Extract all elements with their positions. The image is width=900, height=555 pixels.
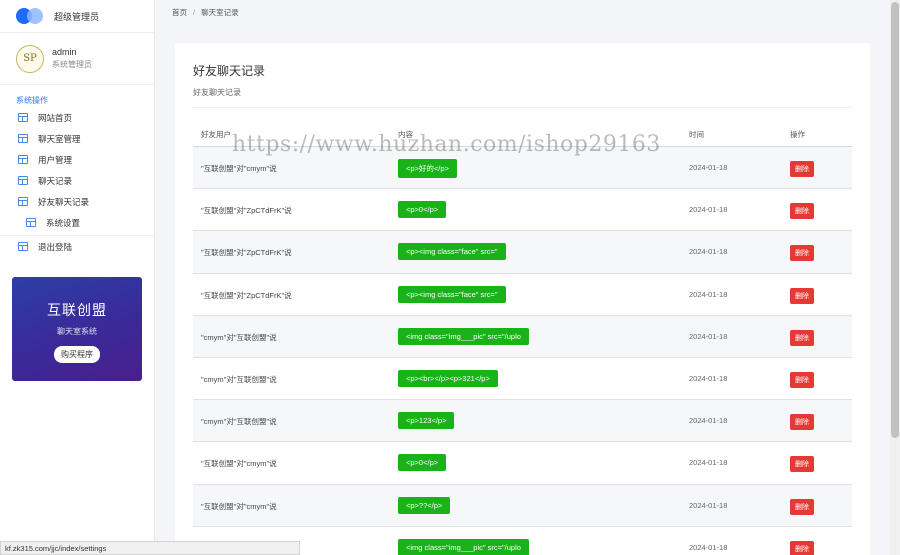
user-panel: SP admin 系统管理员	[0, 33, 154, 85]
row-content-badge: <p><img class="face" src="	[398, 243, 506, 261]
table-row: "互联创盟"对"ZpCTdFrK"说 <p><img class="face" s…	[193, 231, 852, 274]
delete-button[interactable]: 删除	[790, 287, 814, 304]
layout-icon	[18, 176, 28, 185]
row-time: 2024-01-18	[689, 205, 728, 215]
row-content-badge: <p><br></p><p>321</p>	[398, 369, 498, 387]
brand-logo-icon	[16, 8, 46, 24]
delete-button[interactable]: 删除	[790, 161, 814, 177]
sidebar-item-label: 聊天记录	[38, 175, 73, 186]
breadcrumb-separator: /	[193, 8, 196, 17]
sidebar-item-logout[interactable]: 退出登陆	[0, 236, 154, 257]
row-content-badge: <p>0</p>	[398, 201, 447, 219]
delete-button[interactable]: 删除	[790, 498, 814, 515]
table-row: "cmym"对"互联创盟"说 <p>123</p> 2024-01-18 删除	[193, 400, 852, 443]
table-row: "互联创盟"对"ZpCTdFrK"说 <p><img class="face" s…	[193, 274, 852, 316]
row-time: 2024-01-18	[689, 542, 728, 552]
row-content-badge: <p>0</p>	[398, 454, 447, 472]
avatar[interactable]: SP	[16, 44, 44, 73]
sidebar-item-label: 网站首页	[38, 112, 73, 123]
scrollbar[interactable]	[890, 0, 900, 555]
row-content-badge: <img class="img___pic" src="/uplo	[398, 327, 529, 345]
table-row: "cmym"对"互联创盟"说 <p><br></p><p>321</p> 2024-…	[193, 358, 852, 401]
row-user: "互联创盟"对"ZpCTdFrK"说	[201, 290, 292, 300]
sidebar-item-settings[interactable]: 系统设置	[0, 212, 154, 233]
header-action: 操作	[790, 130, 805, 139]
sidebar: 超级管理员 SP admin 系统管理员 系统操作 网站首页 聊天室管理 用户管…	[0, 0, 155, 555]
page-subtitle: 好友聊天记录	[193, 88, 241, 97]
sidebar-item-chatroom-manage[interactable]: 聊天室管理	[0, 128, 154, 149]
sidebar-item-friend-chat-records[interactable]: 好友聊天记录	[0, 191, 154, 212]
row-time: 2024-01-18	[689, 247, 728, 257]
delete-button[interactable]: 删除	[790, 414, 814, 431]
header-time: 时间	[689, 130, 704, 139]
sidebar-item-label: 用户管理	[38, 154, 73, 165]
brand-bar: 超级管理员	[0, 0, 154, 33]
delete-button[interactable]: 删除	[790, 371, 814, 388]
table-row: "互联创盟"对"ZpCTdFrK"说 <p>0</p> 2024-01-18 删除	[193, 189, 852, 232]
row-content-badge: <img class="img___pic" src="/uplo	[398, 538, 529, 555]
layout-icon	[18, 242, 28, 251]
promo-subtitle: 聊天室系统	[57, 327, 97, 336]
row-user: "互联创盟"对"cmym"说	[201, 164, 277, 173]
table-body: "互联创盟"对"cmym"说 <p>好的</p> 2024-01-18 删除 "互联创盟…	[193, 147, 852, 555]
row-user: "cmym"对"互联创盟"说	[201, 332, 277, 342]
status-url: kf.zk315.com/jjc/index/settings	[0, 541, 300, 555]
sidebar-item-label: 系统设置	[46, 217, 81, 228]
layout-icon	[18, 113, 28, 122]
sidebar-item-user-manage[interactable]: 用户管理	[0, 149, 154, 170]
content-card: 好友聊天记录 好友聊天记录 好友用户 内容 时间 操作 "互联创盟"对"cmym…	[175, 43, 870, 555]
table-row: "互联创盟"对"cmym"说 <p>0</p> 2024-01-18 删除	[193, 442, 852, 485]
delete-button[interactable]: 删除	[790, 245, 814, 262]
sidebar-item-label: 退出登陆	[38, 241, 73, 252]
table-row: "互联创盟"对"cmym"说 <p>??</p> 2024-01-18 删除	[193, 484, 852, 527]
row-user: "互联创盟"对"ZpCTdFrK"说	[201, 206, 292, 216]
watermark: https://www.huzhan.com/ishop29163	[232, 132, 661, 157]
page-title: 好友聊天记录	[193, 64, 266, 78]
row-user: "cmym"对"互联创盟"说	[201, 417, 277, 427]
row-time: 2024-01-18	[689, 500, 728, 510]
brand-title: 超级管理员	[54, 11, 100, 22]
row-content-badge: <p>??</p>	[398, 496, 451, 514]
scrollbar-thumb[interactable]	[891, 2, 899, 438]
row-user: "cmym"对"互联创盟"说	[201, 374, 277, 384]
card-divider	[193, 107, 852, 108]
sidebar-item-label: 好友聊天记录	[38, 196, 90, 207]
header-user: 好友用户	[201, 130, 231, 139]
table-row: "cmym"对"互联创盟"说 <img class="img___pic" src…	[193, 315, 852, 358]
row-time: 2024-01-18	[689, 331, 728, 341]
buy-button[interactable]: 购买程序	[54, 346, 100, 363]
delete-button[interactable]: 删除	[790, 540, 814, 555]
layout-icon	[18, 134, 28, 143]
promo-title: 互联创盟	[47, 302, 107, 318]
breadcrumb-home[interactable]: 首页	[172, 8, 187, 17]
breadcrumb: 首页 / 聊天室记录	[172, 7, 239, 18]
row-user: "互联创盟"对"cmym"说	[201, 501, 277, 511]
breadcrumb-current: 聊天室记录	[201, 8, 239, 17]
row-user: "互联创盟"对"cmym"说	[201, 459, 277, 469]
layout-icon	[18, 155, 28, 164]
row-content-badge: <p>好的</p>	[398, 159, 457, 178]
sidebar-item-label: 聊天室管理	[38, 133, 81, 144]
row-user: "互联创盟"对"ZpCTdFrK"说	[201, 248, 292, 258]
user-name: admin	[52, 47, 77, 57]
row-time: 2024-01-18	[689, 458, 728, 468]
row-content-badge: <p>123</p>	[398, 412, 455, 430]
row-time: 2024-01-18	[689, 416, 728, 426]
layout-icon	[26, 218, 36, 227]
row-time: 2024-01-18	[689, 373, 728, 383]
sidebar-item-home[interactable]: 网站首页	[0, 107, 154, 128]
delete-button[interactable]: 删除	[790, 456, 814, 473]
delete-button[interactable]: 删除	[790, 329, 814, 346]
sidebar-item-chat-records[interactable]: 聊天记录	[0, 170, 154, 191]
row-time: 2024-01-18	[689, 289, 728, 299]
user-role: 系统管理员	[52, 60, 92, 69]
row-content-badge: <p><img class="face" src="	[398, 285, 506, 303]
layout-icon	[18, 197, 28, 206]
delete-button[interactable]: 删除	[790, 203, 814, 220]
promo-card: 互联创盟 聊天室系统 购买程序	[12, 277, 142, 381]
row-time: 2024-01-18	[689, 163, 728, 172]
sidebar-section-title: 系统操作	[16, 96, 48, 105]
